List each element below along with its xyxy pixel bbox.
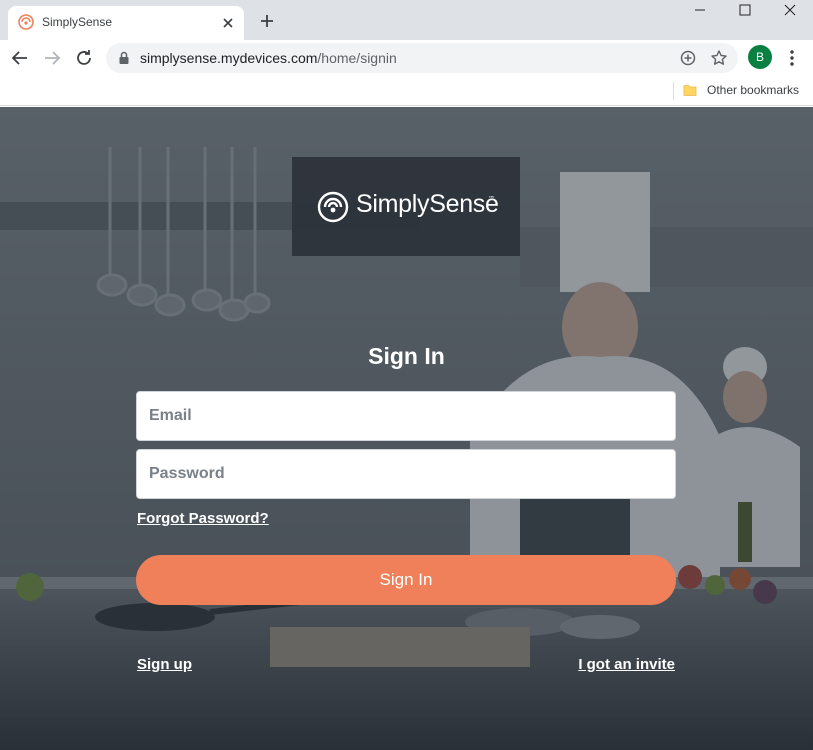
simplysense-logo-icon	[317, 191, 349, 223]
page-title: Sign In	[368, 343, 445, 369]
simplysense-favicon	[18, 14, 34, 30]
window-close-button[interactable]	[767, 0, 813, 22]
folder-icon[interactable]	[683, 83, 697, 97]
url-text: simplysense.mydevices.com/home/signin	[140, 50, 397, 66]
email-field[interactable]	[136, 391, 676, 441]
signin-page: SimplySense ™ Sign In Forgot Password? S…	[0, 107, 813, 750]
brand-logo: SimplySense ™	[292, 157, 520, 256]
star-icon[interactable]	[710, 49, 728, 67]
bookmarks-bar: Other bookmarks	[0, 76, 813, 106]
reload-icon[interactable]	[73, 47, 95, 69]
more-vert-icon[interactable]	[784, 47, 800, 69]
window-close-icon	[784, 4, 796, 16]
forgot-password-link[interactable]: Forgot Password?	[137, 510, 269, 527]
url-path: /home/signin	[317, 50, 397, 66]
zoom-icon[interactable]	[679, 49, 697, 67]
tab-strip: SimplySense	[0, 0, 813, 40]
password-field[interactable]	[136, 449, 676, 499]
forward-icon[interactable]	[41, 47, 63, 69]
other-bookmarks[interactable]: Other bookmarks	[707, 83, 799, 97]
logo-trademark: ™	[488, 195, 495, 203]
browser-toolbar: simplysense.mydevices.com/home/signin B	[0, 40, 813, 76]
maximize-button[interactable]	[722, 0, 768, 22]
close-icon[interactable]	[220, 15, 236, 31]
profile-avatar[interactable]: B	[748, 45, 772, 69]
lock-icon[interactable]	[118, 51, 130, 65]
sign-up-link[interactable]: Sign up	[137, 656, 192, 673]
bookmarks-divider	[673, 82, 674, 100]
logo-text: SimplySense	[356, 190, 499, 218]
minimize-button[interactable]	[677, 0, 723, 22]
back-icon[interactable]	[9, 47, 31, 69]
invite-link[interactable]: I got an invite	[578, 656, 675, 673]
tab-title: SimplySense	[42, 15, 113, 29]
url-host: simplysense.mydevices.com	[140, 50, 318, 66]
maximize-icon	[739, 4, 751, 16]
address-bar[interactable]: simplysense.mydevices.com/home/signin	[106, 43, 738, 73]
browser-tab[interactable]: SimplySense	[8, 6, 244, 40]
sign-in-button[interactable]: Sign In	[136, 555, 676, 605]
new-tab-icon[interactable]	[258, 12, 276, 30]
minimize-icon	[695, 9, 705, 11]
